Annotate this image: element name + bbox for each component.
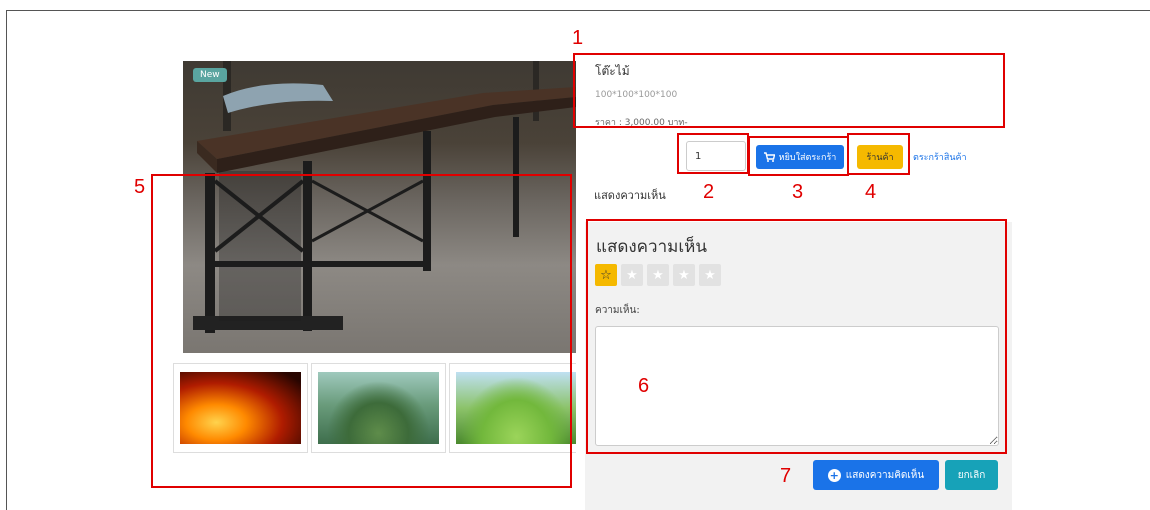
annotation-number-3: 3 — [792, 181, 804, 203]
submit-comment-label: แสดงความคิดเห็น — [845, 469, 925, 481]
annotation-number-5: 5 — [134, 176, 146, 198]
annotation-number-2: 2 — [703, 181, 715, 203]
annotation-box-4 — [847, 133, 910, 175]
annotation-box-2 — [677, 133, 749, 174]
annotation-box-1 — [573, 53, 1005, 128]
new-badge: New — [193, 68, 227, 82]
annotation-number-7: 7 — [780, 465, 792, 487]
show-comments-toggle[interactable]: แสดงความเห็น — [594, 186, 666, 204]
annotation-box-5 — [151, 174, 572, 488]
cancel-button[interactable]: ยกเลิก — [945, 460, 998, 490]
annotation-box-6 — [586, 219, 1007, 454]
plus-circle-icon: + — [827, 468, 841, 482]
annotation-box-3 — [748, 136, 849, 176]
annotation-number-1: 1 — [572, 27, 584, 49]
basket-link[interactable]: ตระกร้าสินค้า — [913, 150, 967, 164]
annotation-number-6: 6 — [638, 375, 650, 397]
submit-comment-button[interactable]: + แสดงความคิดเห็น — [813, 460, 939, 490]
annotation-number-4: 4 — [865, 181, 877, 203]
